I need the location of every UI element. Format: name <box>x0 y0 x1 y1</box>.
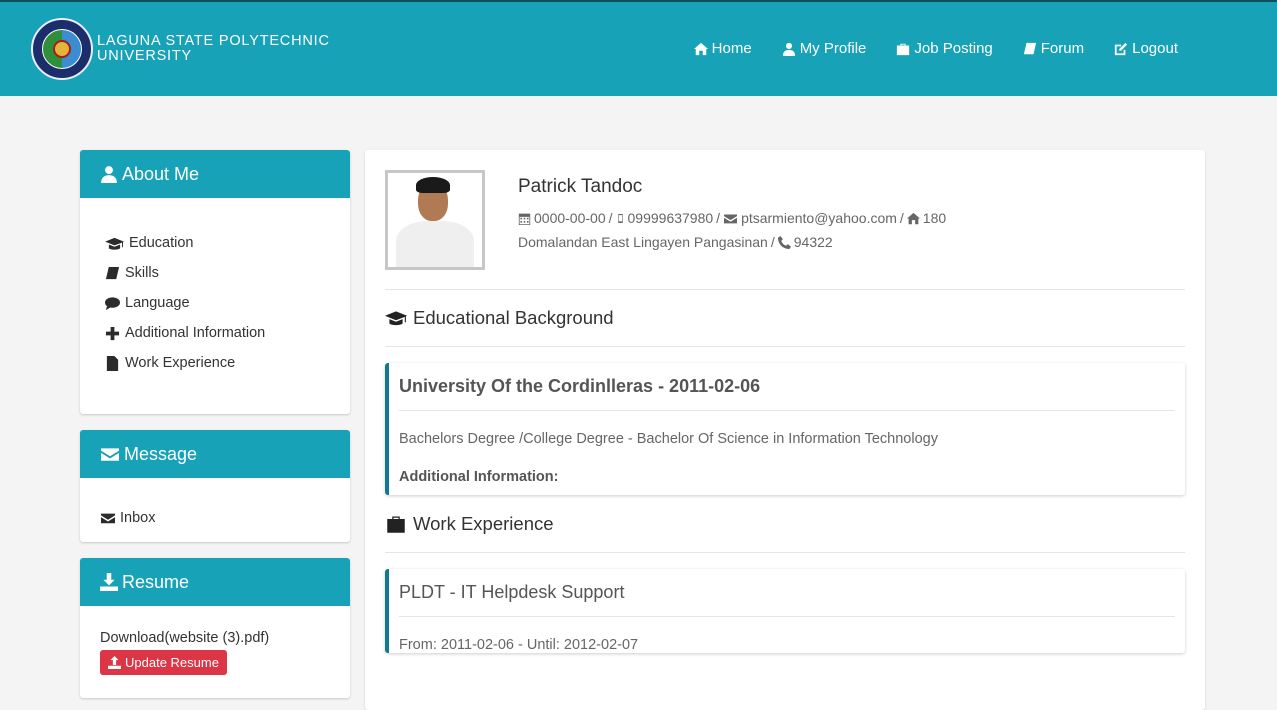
sidebar-item-work-experience[interactable]: Work Experience <box>100 348 330 378</box>
plus-icon <box>105 326 120 340</box>
about-me-list: Education Skills Language Additional Inf… <box>100 218 330 378</box>
sidebar-item-skills-label: Skills <box>125 265 159 281</box>
message-title: Message <box>124 443 198 464</box>
resume-panel: Resume Download(website (3).pdf) Update … <box>80 558 350 698</box>
work-period: From: 2011-02-06 - Until: 2012-02-07 <box>399 637 639 653</box>
nav-my-profile-label: My Profile <box>799 40 867 57</box>
profile-contact-line-1: 0000-00-00 / 09999637980 / ptsarmiento@y… <box>518 206 946 230</box>
work-section-label: Work Experience <box>413 512 554 534</box>
update-resume-button[interactable]: Update Resume <box>100 650 227 675</box>
sidebar-item-language-label: Language <box>125 295 190 311</box>
profile-address-number: 180 <box>922 210 947 226</box>
message-list: Inbox <box>100 500 330 526</box>
briefcase-icon <box>897 43 910 55</box>
profile-photo <box>385 170 485 270</box>
profile-contact-line-2: Domalandan East Lingayen Pangasinan / 94… <box>518 230 946 254</box>
file-icon <box>106 355 119 371</box>
profile-content: Patrick Tandoc 0000-00-00 / 09999637980 … <box>365 150 1205 710</box>
resume-download-link[interactable]: Download(website (3).pdf) <box>100 630 330 646</box>
about-me-panel: About Me Education Skills Language Addit… <box>80 150 350 414</box>
brand[interactable]: LAGUNA STATE POLYTECHNIC UNIVERSITY <box>31 18 330 80</box>
home-icon <box>693 42 708 55</box>
graduation-cap-icon <box>105 237 124 250</box>
message-header: Message <box>80 430 350 478</box>
graduation-cap-icon <box>385 311 407 326</box>
sidebar-item-education-label: Education <box>129 235 194 251</box>
book-icon <box>1023 42 1036 54</box>
upload-icon <box>108 656 121 669</box>
profile-email: ptsarmiento@yahoo.com <box>741 210 897 226</box>
education-additional-info-label: Additional Information: <box>399 469 559 485</box>
work-section-title: Work Experience <box>385 495 1185 553</box>
separator: / <box>770 234 775 250</box>
education-section-label: Educational Background <box>413 307 614 328</box>
education-school-date: University Of the Cordinlleras - 2011-02… <box>399 363 1175 411</box>
brand-name: LAGUNA STATE POLYTECHNIC UNIVERSITY <box>97 34 330 64</box>
profile-birthdate: 0000-00-00 <box>534 210 606 226</box>
brand-line-2: UNIVERSITY <box>97 48 193 64</box>
sidebar-item-education[interactable]: Education <box>100 228 330 258</box>
profile-address: Domalandan East Lingayen Pangasinan <box>518 234 768 250</box>
sidebar-item-language[interactable]: Language <box>100 288 330 318</box>
sidebar-item-inbox-label: Inbox <box>120 510 156 526</box>
nav-logout-label: Logout <box>1132 40 1178 57</box>
envelope-icon <box>101 448 119 461</box>
envelope-icon <box>101 513 115 524</box>
education-card: University Of the Cordinlleras - 2011-02… <box>385 363 1185 495</box>
calendar-icon <box>518 213 531 225</box>
profile-mobile: 09999637980 <box>627 210 714 226</box>
brand-line-1: LAGUNA STATE POLYTECHNIC <box>97 33 330 49</box>
education-section-title: Educational Background <box>385 290 1185 347</box>
main-nav: Home My Profile Job Posting Forum Logout <box>693 40 1178 57</box>
nav-job-posting-label: Job Posting <box>914 40 993 57</box>
work-card: PLDT - IT Helpdesk Support From: 2011-02… <box>385 569 1185 653</box>
download-icon <box>100 573 118 591</box>
briefcase-icon <box>387 516 405 533</box>
profile-name: Patrick Tandoc <box>518 176 643 197</box>
nav-job-posting[interactable]: Job Posting <box>896 40 993 57</box>
nav-forum[interactable]: Forum <box>1023 40 1084 57</box>
sidebar-item-skills[interactable]: Skills <box>100 258 330 288</box>
sidebar-item-inbox[interactable]: Inbox <box>100 510 330 526</box>
work-company-position: PLDT - IT Helpdesk Support <box>399 569 1175 617</box>
separator: / <box>608 210 613 226</box>
top-navbar: LAGUNA STATE POLYTECHNIC UNIVERSITY Home… <box>0 0 1277 96</box>
nav-forum-label: Forum <box>1040 40 1085 57</box>
education-degree: Bachelors Degree /College Degree - Bache… <box>399 431 938 447</box>
about-me-header: About Me <box>80 150 350 198</box>
resume-header: Resume <box>80 558 350 606</box>
user-icon <box>782 42 795 56</box>
message-panel: Message Inbox <box>80 430 350 542</box>
mobile-icon <box>617 213 623 223</box>
nav-my-profile[interactable]: My Profile <box>782 40 867 57</box>
home-icon <box>906 212 920 224</box>
edit-icon <box>1114 42 1128 55</box>
profile-phone: 94322 <box>793 234 833 250</box>
nav-home-label: Home <box>711 40 752 57</box>
separator: / <box>899 210 904 226</box>
separator: / <box>716 210 721 226</box>
sidebar-item-work-experience-label: Work Experience <box>125 355 236 371</box>
profile-header: Patrick Tandoc 0000-00-00 / 09999637980 … <box>385 170 1185 290</box>
resume-title: Resume <box>122 571 190 592</box>
book-icon <box>105 266 120 279</box>
about-me-title: About Me <box>122 163 200 184</box>
sidebar-item-additional-information[interactable]: Additional Information <box>100 318 330 348</box>
university-seal-logo <box>31 18 93 80</box>
comment-icon <box>105 296 120 310</box>
envelope-icon <box>724 213 738 223</box>
phone-icon <box>777 235 791 249</box>
user-icon <box>101 166 117 183</box>
update-resume-label: Update Resume <box>125 655 219 670</box>
sidebar-item-additional-information-label: Additional Information <box>125 325 266 341</box>
nav-logout[interactable]: Logout <box>1114 40 1178 57</box>
nav-home[interactable]: Home <box>693 40 752 57</box>
